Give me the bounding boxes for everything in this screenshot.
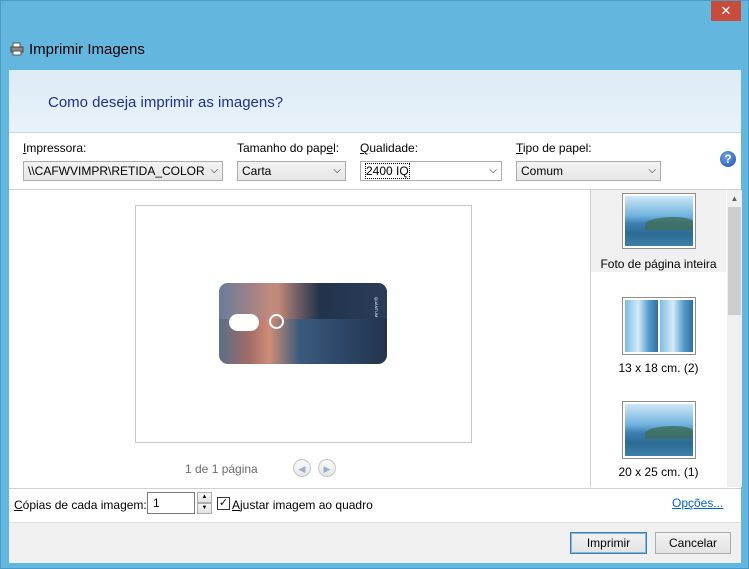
previous-page-button[interactable]: ◀ [293,459,311,477]
paper-size-label: Tamanho do papel: [237,141,340,155]
copies-decrement-button[interactable]: ▼ [197,503,212,514]
dialog-header: Como deseja imprimir as imagens? [9,70,741,133]
printer-label: Impressora: [23,141,87,155]
cancel-button[interactable]: Cancelar [655,532,731,554]
layout-label: 20 x 25 cm. (1) [618,465,699,479]
printer-select[interactable]: \\CAFWVIMPR\RETIDA_COLOR ⌵ [23,161,223,181]
layout-label: 13 x 18 cm. (2) [618,361,699,375]
layout-list: Foto de página inteira 13 x 18 cm. (2) 2… [590,190,742,487]
paper-type-select[interactable]: Comum ⌵ [516,161,661,181]
print-button[interactable]: Imprimir [570,532,647,554]
title-bar[interactable]: Imprimir Imagens ✕ [1,1,748,69]
paper-size-value: Carta [242,164,272,178]
dialog-footer: Imprimir Cancelar [9,522,741,563]
print-preview: QUANTUM 1 de 1 página ◀ ▶ [9,190,589,487]
paper-type-value: Comum [521,164,564,178]
options-link[interactable]: Opções... [672,496,723,510]
copies-increment-button[interactable]: ▲ [197,492,212,503]
print-settings: Impressora: \\CAFWVIMPR\RETIDA_COLOR ⌵ T… [9,133,741,190]
header-question: Como deseja imprimir as imagens? [48,94,284,111]
window-title: Imprimir Imagens [29,41,145,58]
help-icon[interactable]: ? [720,151,736,167]
layout-item-full-page[interactable]: Foto de página inteira [591,190,726,272]
layout-item-13x18[interactable]: 13 x 18 cm. (2) [591,294,726,376]
fit-to-frame-label[interactable]: Ajustar imagem ao quadro [232,498,373,512]
printer-icon [10,42,24,56]
preview-page: QUANTUM [135,205,472,443]
checkmark-icon: ✓ [218,497,229,509]
quality-value: 2400 IQ [365,163,410,179]
paper-type-label: Tipo de papel: [516,141,592,155]
chevron-down-icon: ⌵ [210,165,218,176]
chevron-down-icon: ⌵ [333,165,341,176]
printer-value: \\CAFWVIMPR\RETIDA_COLOR [28,164,205,178]
next-page-button[interactable]: ▶ [318,459,336,477]
chevron-down-icon: ⌵ [648,165,656,176]
copies-input[interactable]: 1 [147,492,195,514]
arrow-left-icon: ◀ [298,464,306,474]
layout-label: Foto de página inteira [600,257,717,271]
close-icon: ✕ [720,3,732,18]
photo-brand-text: QUANTUM [374,297,379,318]
page-indicator: 1 de 1 página [185,462,258,476]
dialog-content: Como deseja imprimir as imagens? Impress… [9,70,742,563]
preview-photo: QUANTUM [219,283,387,364]
arrow-right-icon: ▶ [323,464,331,474]
scrollbar-thumb[interactable] [728,207,741,315]
layout-thumbnail [622,401,696,459]
arrow-down-icon: ▼ [201,505,208,511]
chevron-down-icon: ⌵ [489,165,497,176]
arrow-up-icon: ▲ [201,494,208,500]
fit-to-frame-checkbox[interactable]: ✓ [217,497,230,510]
print-dialog: Imprimir Imagens ✕ Como deseja imprimir … [0,0,749,569]
scroll-up-arrow-icon[interactable]: ▲ [727,190,742,207]
layout-thumbnail [622,193,696,249]
copies-bar: Cópias de cada imagem: 1 ▲ ▼ ✓ Ajustar i… [9,488,741,523]
layout-thumbnail [622,297,696,355]
paper-size-select[interactable]: Carta ⌵ [237,161,346,181]
quality-select[interactable]: 2400 IQ ⌵ [360,161,502,181]
close-button[interactable]: ✕ [711,1,741,21]
layout-scrollbar[interactable]: ▲ [727,190,742,487]
copies-label: Cópias de cada imagem: [14,498,147,512]
layout-item-20x25[interactable]: 20 x 25 cm. (1) [591,398,726,480]
quality-label: Qualidade: [360,141,419,155]
